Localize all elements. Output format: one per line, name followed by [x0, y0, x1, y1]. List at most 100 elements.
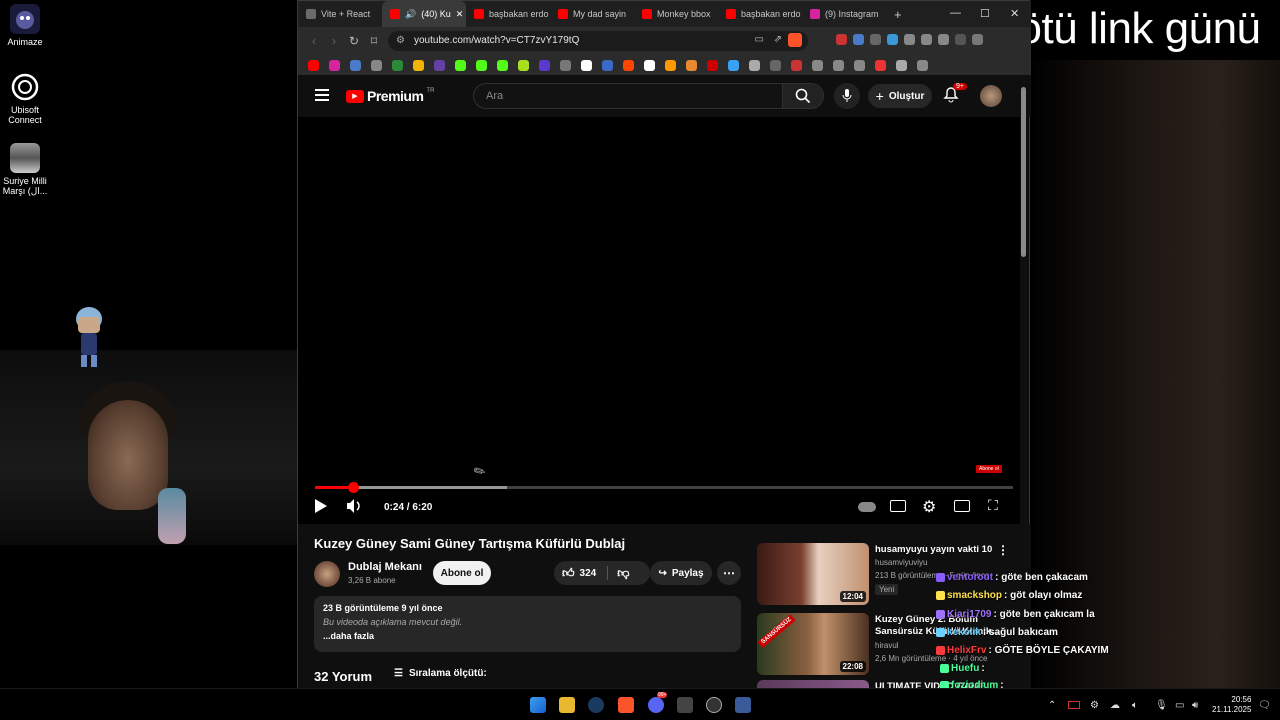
bookmark-icon[interactable] [581, 59, 592, 71]
bookmark-icon[interactable] [770, 59, 781, 71]
desktop-icon-suriye[interactable]: Suriye Milli Marşı (ال... [0, 143, 55, 196]
settings-gear-icon[interactable]: ⚙ [922, 497, 936, 517]
dislike-button[interactable]: 👎︎ [617, 566, 629, 581]
speaker-tray-icon[interactable]: 🔊︎ [1192, 700, 1198, 711]
bookmark-icon[interactable] [539, 59, 550, 71]
channel-name[interactable]: Dublaj Mekanı [348, 561, 422, 573]
app-icon[interactable] [677, 697, 693, 713]
app-icon[interactable] [735, 697, 751, 713]
scrubber-handle[interactable] [348, 482, 360, 493]
bookmark-icon[interactable] [308, 59, 319, 71]
puzzle-icon[interactable] [921, 34, 932, 45]
bookmark-icon[interactable] [728, 59, 739, 71]
steam-icon[interactable] [588, 697, 604, 713]
extension-icon[interactable] [870, 34, 881, 45]
obs-icon[interactable] [706, 697, 722, 713]
network-icon[interactable]: ▭ [1175, 700, 1184, 711]
tray-app-icon[interactable]: ⚙ [1090, 700, 1099, 711]
bookmark-icon[interactable] [833, 59, 844, 71]
tab-youtube-active[interactable]: 🔊 (40) Ku ✕ [382, 1, 466, 27]
close-window-icon[interactable]: ✕ [1010, 7, 1019, 20]
tab-monkey[interactable]: Monkey bbox [634, 1, 718, 27]
tab-basbakan-2[interactable]: başbakan erdo [718, 1, 802, 27]
bookmark-icon[interactable] [350, 59, 361, 71]
notification-center-icon[interactable]: 🗨︎ [1258, 700, 1271, 711]
bookmark-icon[interactable]: ⌑ [364, 34, 384, 48]
theater-mode-icon[interactable] [954, 500, 970, 512]
more-actions-button[interactable]: ⋯ [717, 561, 741, 585]
play-button[interactable] [314, 498, 328, 519]
discord-icon[interactable]: 99+ [648, 692, 668, 713]
search-input[interactable]: Ara [473, 83, 783, 109]
maximize-icon[interactable]: ☐ [980, 7, 990, 20]
bookmark-icon[interactable] [896, 59, 907, 71]
bookmark-icon[interactable] [791, 59, 802, 71]
extension-icon[interactable] [853, 34, 864, 45]
forward-icon[interactable]: › [324, 34, 344, 48]
youtube-logo[interactable]: ▶ Premium TR [346, 88, 434, 104]
hamburger-menu-icon[interactable] [315, 89, 329, 101]
extension-icon[interactable] [904, 34, 915, 45]
bookmark-icon[interactable] [518, 59, 529, 71]
tab-vite[interactable]: Vite + React [298, 1, 382, 27]
minimize-icon[interactable]: — [950, 7, 961, 19]
bookmark-icon[interactable] [560, 59, 571, 71]
bookmark-icon[interactable] [476, 59, 487, 71]
tab-basbakan-1[interactable]: başbakan erdo [466, 1, 550, 27]
channel-avatar[interactable] [314, 561, 340, 587]
tray-app-icon[interactable]: ☁ [1110, 700, 1120, 711]
tab-my-dad[interactable]: My dad sayin [550, 1, 634, 27]
recommendation-item[interactable]: SANSÜRSÜZ 22:08 Kuzey Güney 2. Bölüm San… [757, 613, 1027, 675]
volume-tray-icon[interactable]: 🔈︎ [1132, 700, 1138, 711]
bookmark-icon[interactable] [497, 59, 508, 71]
tab-instagram[interactable]: (9) Instagram [802, 1, 886, 27]
bookmark-icon[interactable] [455, 59, 466, 71]
new-tab-button[interactable]: + [886, 1, 912, 27]
bookmark-icon[interactable] [413, 59, 424, 71]
bookmark-icon[interactable] [749, 59, 760, 71]
create-button[interactable]: + Oluştur [868, 84, 932, 108]
menu-icon[interactable] [972, 34, 983, 45]
extension-icon[interactable] [887, 34, 898, 45]
bookmark-icon[interactable] [665, 59, 676, 71]
bookmark-icon[interactable] [917, 59, 928, 71]
bookmark-icon[interactable] [602, 59, 613, 71]
kebab-menu-icon[interactable]: ⋮ [997, 543, 1009, 557]
sidebar-icon[interactable] [938, 34, 949, 45]
file-explorer-icon[interactable] [559, 697, 575, 713]
avatar[interactable] [980, 85, 1002, 107]
sort-button[interactable]: ☰ Sıralama ölçütü: [394, 668, 487, 679]
cast-icon[interactable]: ▭ [755, 34, 764, 45]
end-screen-subscribe[interactable]: Abone ol [976, 465, 1002, 473]
bookmark-icon[interactable] [329, 59, 340, 71]
desktop-icon-animaze[interactable]: Animaze [0, 4, 55, 47]
search-button[interactable] [782, 83, 824, 109]
extension-icon[interactable] [836, 34, 847, 45]
bookmark-icon[interactable] [392, 59, 403, 71]
autoplay-toggle[interactable] [858, 502, 876, 512]
tray-expand-icon[interactable]: ⌃ [1048, 700, 1056, 711]
like-button[interactable]: 👍︎ 324 [562, 566, 596, 581]
description-box[interactable]: 23 B görüntüleme 9 yıl önce Bu videoda a… [314, 596, 741, 652]
microphone-tray-icon[interactable]: 🎙︎ [1155, 700, 1168, 711]
page-scrollbar[interactable] [1021, 87, 1026, 257]
wallet-icon[interactable] [955, 34, 966, 45]
bookmark-icon[interactable] [644, 59, 655, 71]
bookmark-icon[interactable] [686, 59, 697, 71]
brave-browser-icon[interactable] [618, 697, 634, 713]
subtitles-icon[interactable] [890, 500, 906, 512]
bookmark-icon[interactable] [875, 59, 886, 71]
video-player[interactable]: Abone ol ✎ 0:24 / 6:20 ⚙ ⛶ [298, 117, 1020, 524]
bookmark-icon[interactable] [707, 59, 718, 71]
more-link[interactable]: ...daha fazla [323, 631, 732, 641]
fullscreen-icon[interactable]: ⛶ [988, 497, 998, 514]
address-bar[interactable]: ⚙ youtube.com/watch?v=CT7zvY179tQ ▭ ⇗ [388, 31, 808, 51]
volume-button[interactable] [346, 498, 362, 519]
share-icon[interactable]: ⇗ [774, 34, 782, 45]
bookmark-icon[interactable] [623, 59, 634, 71]
progress-bar[interactable] [315, 482, 1013, 493]
back-icon[interactable]: ‹ [304, 34, 324, 48]
desktop-icon-ubisoft[interactable]: Ubisoft Connect [0, 72, 55, 125]
voice-search-button[interactable] [834, 83, 860, 109]
bookmark-icon[interactable] [434, 59, 445, 71]
